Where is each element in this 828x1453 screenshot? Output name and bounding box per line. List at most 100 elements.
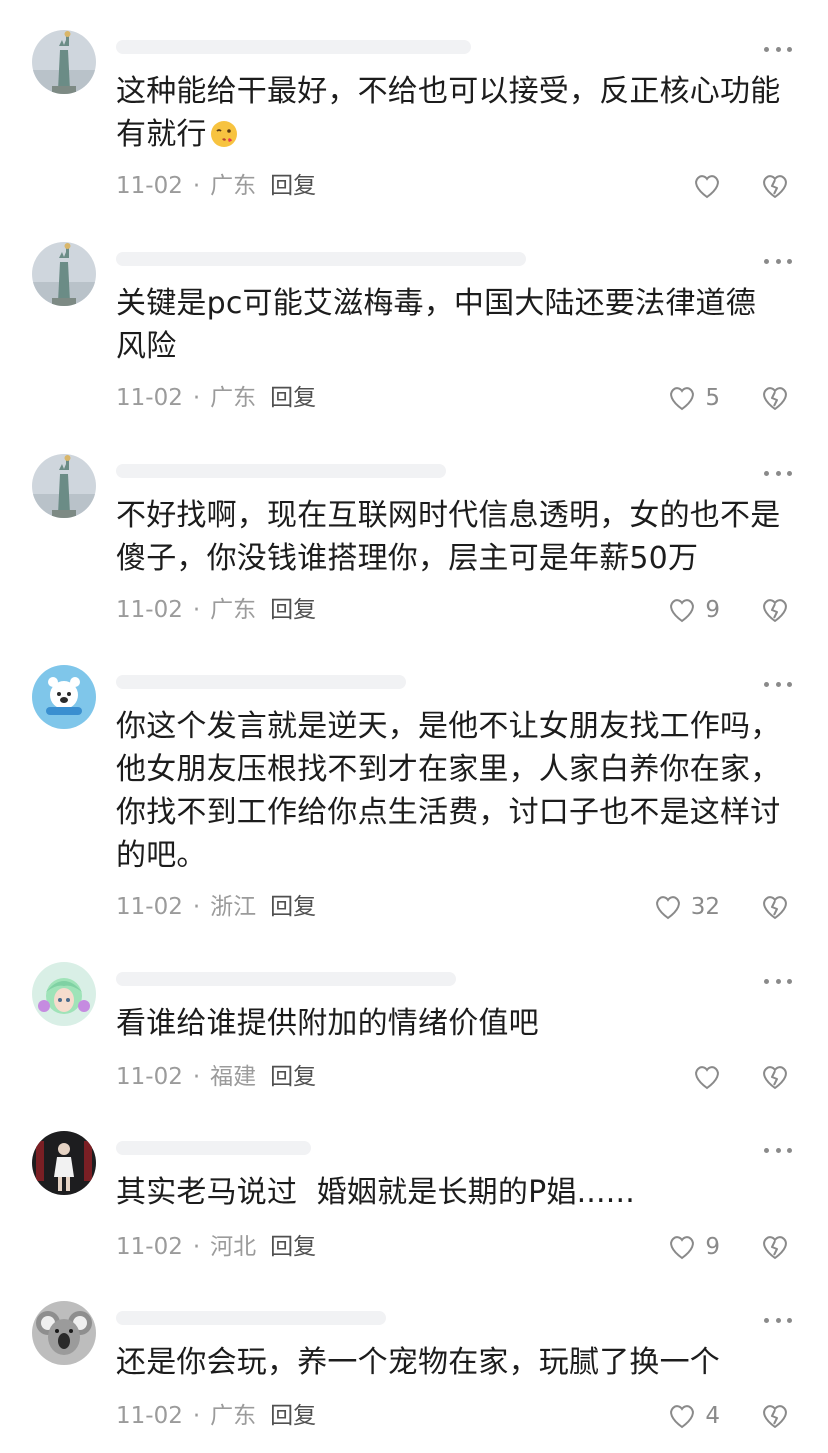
comment-meta: 11-02 · 河北 回复 <box>116 1231 316 1263</box>
dislike-button[interactable] <box>760 383 790 413</box>
dislike-button[interactable] <box>760 892 790 922</box>
comment-text: 其实老马说过 婚姻就是长期的P娼...... <box>116 1171 796 1214</box>
comment-meta: 11-02 · 广东 回复 <box>116 594 316 626</box>
meta-separator: · <box>192 1403 201 1429</box>
like-button[interactable]: 32 <box>653 891 720 923</box>
dislike-button[interactable] <box>760 1401 790 1431</box>
comment-meta: 11-02 · 福建 回复 <box>116 1061 316 1093</box>
comment-meta: 11-02 · 广东 回复 <box>116 1400 316 1432</box>
comment-date: 11-02 <box>116 1234 183 1260</box>
more-dots-icon[interactable] <box>764 1315 792 1325</box>
comment-date: 11-02 <box>116 1064 183 1090</box>
reply-button[interactable]: 回复 <box>270 1403 316 1429</box>
comment-text-line: 你这个发言就是逆天，是他不让女朋友找工作吗， <box>116 709 781 744</box>
reply-button[interactable]: 回复 <box>270 1234 316 1260</box>
broken-heart-icon <box>763 1066 787 1089</box>
comment-text-line: 风险 <box>116 329 177 364</box>
like-button[interactable]: 9 <box>667 1231 720 1263</box>
comment-text-line: 傻子，你没钱谁搭理你，层主可是年薪50万 <box>116 541 699 576</box>
heart-outline-icon <box>670 1405 695 1429</box>
comment-date: 11-02 <box>116 894 183 920</box>
avatar[interactable] <box>32 962 96 1026</box>
comment-date: 11-02 <box>116 173 183 199</box>
comment-meta: 11-02 · 广东 回复 <box>116 170 316 202</box>
comment-location: 广东 <box>210 385 257 411</box>
reply-button[interactable]: 回复 <box>270 173 316 199</box>
comment-feed: 这种能给干最好，不给也可以接受，反正核心功能 有就行 11-02 · 广东 回复 关键是… <box>0 0 828 1453</box>
more-dots-icon[interactable] <box>764 44 792 54</box>
like-count: 9 <box>705 597 720 623</box>
username-placeholder[interactable] <box>116 1311 386 1325</box>
comment-text-line: 有就行 <box>116 113 796 156</box>
comment-text-line: 他女朋友压根找不到才在家里，人家白养你在家， <box>116 752 781 787</box>
comment-location: 广东 <box>210 173 257 199</box>
avatar[interactable] <box>32 454 96 518</box>
username-placeholder[interactable] <box>116 675 406 689</box>
comment-text: 还是你会玩，养一个宠物在家，玩腻了换一个 <box>116 1341 796 1384</box>
comment-text: 看谁给谁提供附加的情绪价值吧 <box>116 1002 796 1045</box>
comment-text-line: 这种能给干最好，不给也可以接受，反正核心功能 <box>116 74 781 109</box>
avatar[interactable] <box>32 665 96 729</box>
comment-date: 11-02 <box>116 1403 183 1429</box>
avatar[interactable] <box>32 242 96 306</box>
avatar[interactable] <box>32 1301 96 1365</box>
like-count: 32 <box>690 894 720 920</box>
heart-outline-icon <box>670 599 695 623</box>
comment-meta: 11-02 · 广东 回复 <box>116 382 316 414</box>
broken-heart-icon <box>763 1405 787 1428</box>
meta-separator: · <box>192 597 201 623</box>
comment-date: 11-02 <box>116 597 183 623</box>
broken-heart-icon <box>763 175 787 198</box>
like-count: 9 <box>705 1234 720 1260</box>
broken-heart-icon <box>763 599 787 622</box>
avatar[interactable] <box>32 30 96 94</box>
dislike-button[interactable] <box>760 1062 790 1092</box>
comment-text-line: 其实老马说过 婚姻就是长期的P娼...... <box>116 1175 635 1210</box>
more-dots-icon[interactable] <box>764 1145 792 1155</box>
meta-separator: · <box>192 173 201 199</box>
comment-location: 浙江 <box>210 894 257 920</box>
meta-separator: · <box>192 894 201 920</box>
comment-text-line: 你找不到工作给你点生活费，讨口子也不是这样讨 <box>116 795 781 830</box>
reply-button[interactable]: 回复 <box>270 1064 316 1090</box>
comment-text: 这种能给干最好，不给也可以接受，反正核心功能有就行 <box>116 70 796 156</box>
dislike-button[interactable] <box>760 595 790 625</box>
username-placeholder[interactable] <box>116 464 446 478</box>
dislike-button[interactable] <box>760 1232 790 1262</box>
meta-separator: · <box>192 385 201 411</box>
more-dots-icon[interactable] <box>764 468 792 478</box>
reply-button[interactable]: 回复 <box>270 597 316 623</box>
comment-text-line: 还是你会玩，养一个宠物在家，玩腻了换一个 <box>116 1345 720 1380</box>
reply-button[interactable]: 回复 <box>270 385 316 411</box>
more-dots-icon[interactable] <box>764 976 792 986</box>
comment-location: 广东 <box>210 597 257 623</box>
username-placeholder[interactable] <box>116 972 456 986</box>
username-placeholder[interactable] <box>116 40 471 54</box>
comment-location: 广东 <box>210 1403 257 1429</box>
more-dots-icon[interactable] <box>764 679 792 689</box>
broken-heart-icon <box>763 387 787 410</box>
comment-date: 11-02 <box>116 385 183 411</box>
like-button[interactable]: 4 <box>667 1400 720 1432</box>
more-dots-icon[interactable] <box>764 256 792 266</box>
like-button[interactable] <box>692 1061 722 1093</box>
meta-separator: · <box>192 1064 201 1090</box>
like-button[interactable]: 5 <box>667 382 720 414</box>
dislike-button[interactable] <box>760 171 790 201</box>
username-placeholder[interactable] <box>116 1141 311 1155</box>
comment-text-line: 的吧。 <box>116 838 207 873</box>
username-placeholder[interactable] <box>116 252 526 266</box>
broken-heart-icon <box>763 1236 787 1259</box>
comment-text-line: 关键是pc可能艾滋梅毒，中国大陆还要法律道德 <box>116 286 756 321</box>
heart-outline-icon <box>670 1236 695 1260</box>
comment-text: 不好找啊，现在互联网时代信息透明，女的也不是 傻子，你没钱谁搭理你，层主可是年薪5… <box>116 494 796 580</box>
comment-text-line: 不好找啊，现在互联网时代信息透明，女的也不是 <box>116 498 781 533</box>
like-button[interactable] <box>692 170 722 202</box>
broken-heart-icon <box>763 896 787 919</box>
heart-outline-icon <box>655 896 680 920</box>
avatar[interactable] <box>32 1131 96 1195</box>
reply-button[interactable]: 回复 <box>270 894 316 920</box>
comment-location: 河北 <box>210 1234 257 1260</box>
like-button[interactable]: 9 <box>667 594 720 626</box>
wink-kiss-emoji-icon <box>209 118 239 148</box>
